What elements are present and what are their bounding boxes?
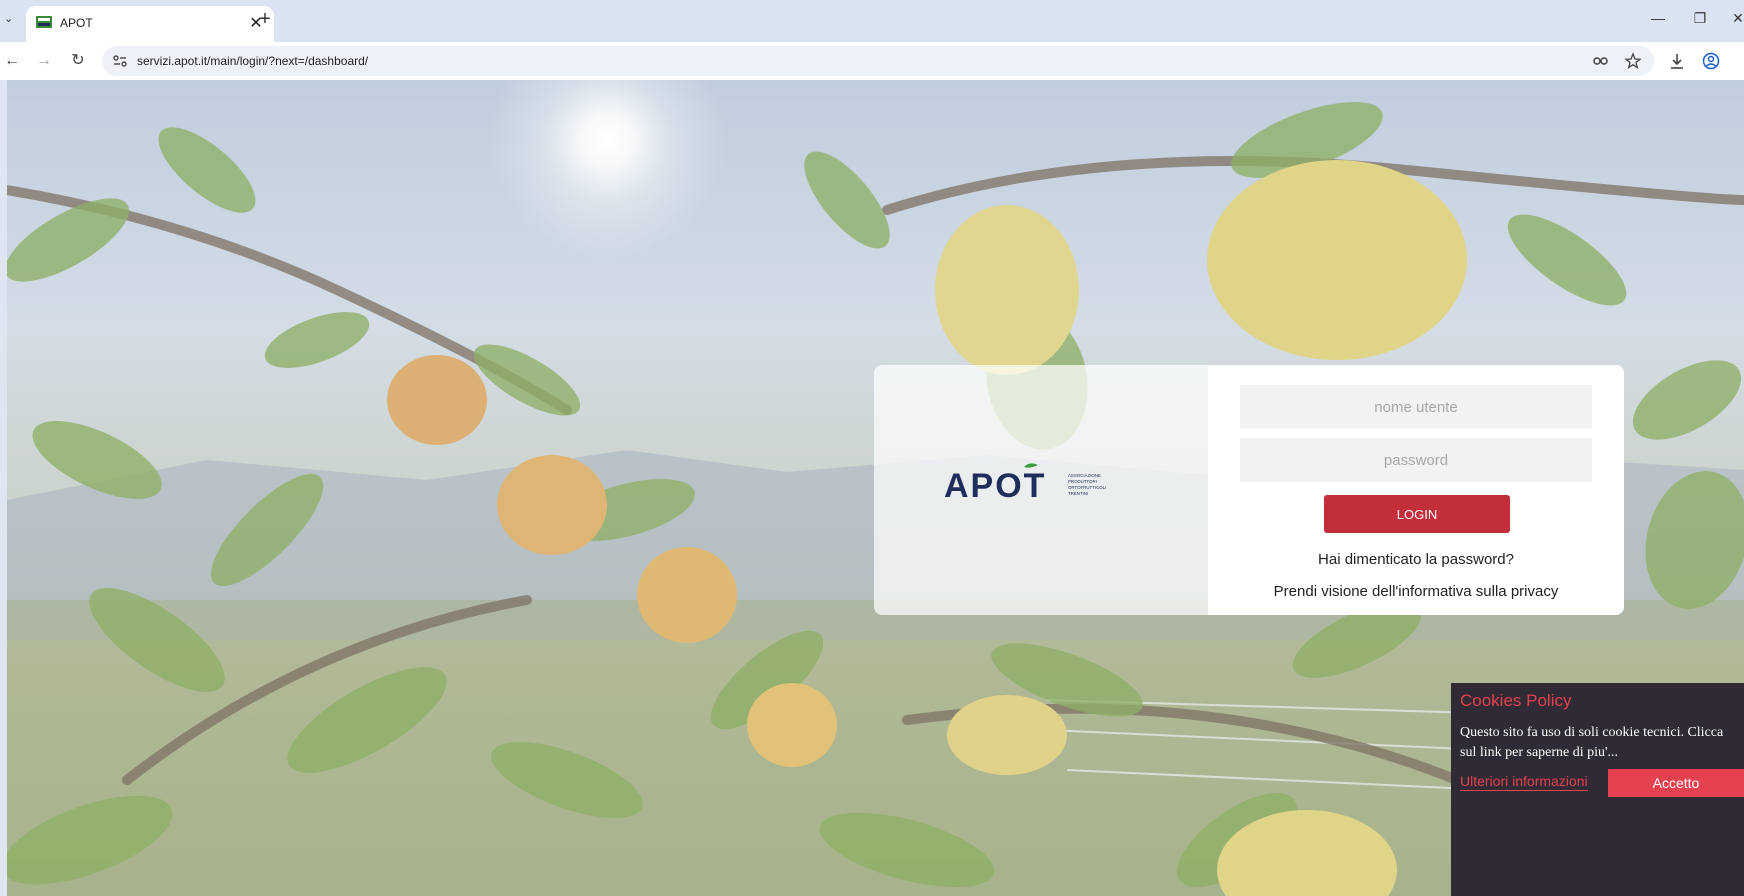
cookie-banner: Cookies Policy Questo sito fa uso di sol… <box>1451 683 1744 896</box>
reload-icon[interactable]: ↻ <box>68 51 88 71</box>
password-key-icon[interactable] <box>1592 52 1610 70</box>
site-info-icon[interactable] <box>112 53 128 69</box>
login-button[interactable]: LOGIN <box>1324 495 1510 533</box>
favicon-icon <box>36 16 52 28</box>
browser-toolbar: ← → ↻ servizi.apot.it/main/login/?next=/… <box>0 42 1744 80</box>
tab-list-icon[interactable]: ⌄ <box>4 12 18 28</box>
minimize-button[interactable]: — <box>1648 10 1668 26</box>
browser-tab[interactable]: APOT ✕ <box>26 6 274 42</box>
restore-button[interactable]: ❐ <box>1690 10 1710 27</box>
forgot-password-link[interactable]: Hai dimenticato la password? <box>1208 551 1624 568</box>
cookie-text: Questo sito fa uso di soli cookie tecnic… <box>1460 725 1724 760</box>
cookie-title: Cookies Policy <box>1460 691 1572 710</box>
svg-text:PRODUTTORI: PRODUTTORI <box>1068 479 1097 484</box>
privacy-policy-link[interactable]: Prendi visione dell'informativa sulla pr… <box>1208 583 1624 600</box>
svg-text:TRENTINI: TRENTINI <box>1068 491 1088 496</box>
svg-text:APOT: APOT <box>944 467 1046 503</box>
svg-text:ASSOCIAZIONE: ASSOCIAZIONE <box>1068 473 1101 478</box>
download-icon[interactable] <box>1668 52 1686 70</box>
back-icon[interactable]: ← <box>2 51 22 71</box>
address-bar[interactable]: servizi.apot.it/main/login/?next=/dashbo… <box>102 46 1654 76</box>
apot-logo: APOT ASSOCIAZIONE PRODUTTORI ORTOFRUTTIC… <box>944 463 1106 503</box>
cookie-more-info-link[interactable]: Ulteriori informazioni <box>1460 773 1588 791</box>
new-tab-button[interactable]: + <box>254 8 276 31</box>
svg-text:ORTOFRUTTICOLI: ORTOFRUTTICOLI <box>1068 485 1106 490</box>
login-logo-panel: APOT ASSOCIAZIONE PRODUTTORI ORTOFRUTTIC… <box>874 365 1209 615</box>
close-window-button[interactable]: ✕ <box>1728 10 1744 27</box>
bookmark-star-icon[interactable] <box>1624 52 1642 70</box>
username-input[interactable] <box>1240 385 1592 429</box>
password-input[interactable] <box>1240 438 1592 482</box>
profile-icon[interactable] <box>1702 52 1720 70</box>
url-text[interactable]: servizi.apot.it/main/login/?next=/dashbo… <box>137 54 368 68</box>
cookie-accept-button[interactable]: Accetto <box>1608 769 1744 797</box>
browser-tab-strip: ⌄ APOT ✕ + — ❐ ✕ <box>0 0 1744 42</box>
forward-icon[interactable]: → <box>34 51 54 71</box>
login-form-panel: LOGIN Hai dimenticato la password? Prend… <box>1208 365 1624 615</box>
tab-title: APOT <box>60 16 93 30</box>
